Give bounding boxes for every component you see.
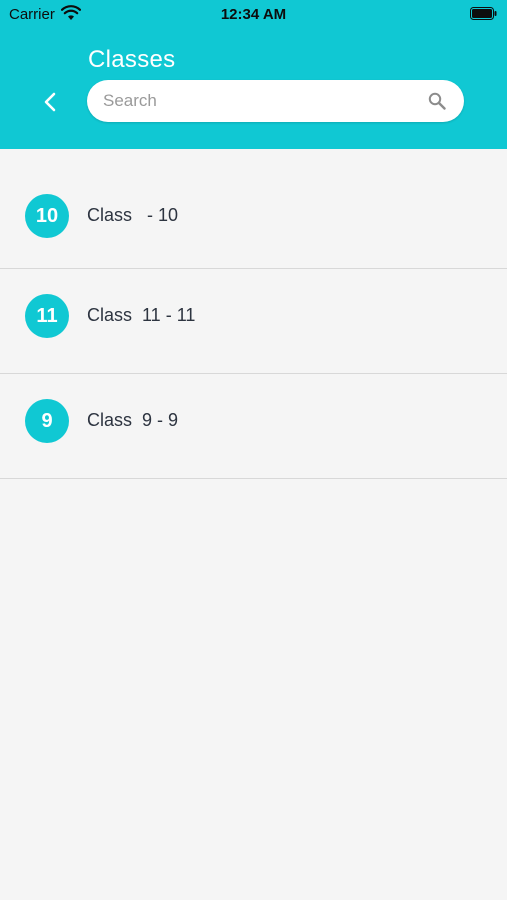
class-badge: 10 bbox=[25, 194, 69, 238]
chevron-left-icon bbox=[44, 92, 56, 112]
class-badge: 9 bbox=[25, 399, 69, 443]
class-list-item[interactable]: 10 Class - 10 bbox=[0, 149, 507, 269]
class-badge: 11 bbox=[25, 294, 69, 338]
class-list-item[interactable]: 11 Class 11 - 11 bbox=[0, 269, 507, 374]
class-list: 10 Class - 10 11 Class 11 - 11 9 Class 9… bbox=[0, 149, 507, 479]
back-button[interactable] bbox=[32, 84, 68, 120]
class-label: Class 9 - 9 bbox=[87, 410, 179, 430]
page-title: Classes bbox=[88, 46, 176, 73]
battery-icon bbox=[470, 7, 497, 20]
class-label: Class - 10 bbox=[87, 205, 179, 225]
class-label: Class 11 - 11 bbox=[87, 305, 196, 325]
status-time: 12:34 AM bbox=[220, 6, 287, 23]
search-box[interactable] bbox=[87, 80, 464, 122]
header: Carrier 12:34 AM Classes bbox=[0, 0, 507, 149]
status-bar: Carrier 12:34 AM bbox=[0, 0, 507, 28]
search-icon[interactable] bbox=[428, 92, 446, 110]
class-list-item[interactable]: 9 Class 9 - 9 bbox=[0, 374, 507, 479]
search-input[interactable] bbox=[103, 80, 423, 122]
